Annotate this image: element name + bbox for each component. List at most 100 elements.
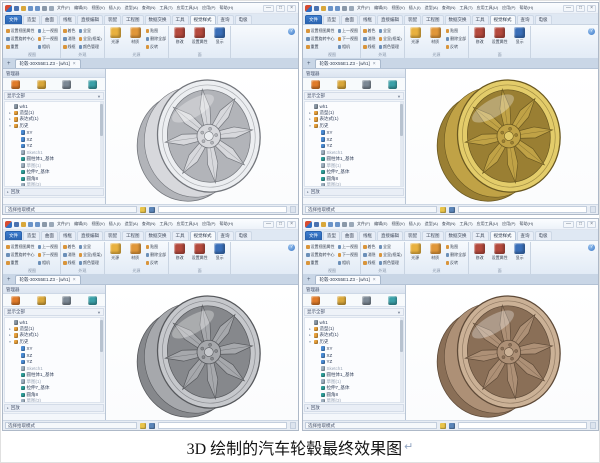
- ribbon-tab[interactable]: 工具: [171, 15, 189, 24]
- tree-expand-icon[interactable]: ▾: [308, 124, 312, 128]
- tree-item[interactable]: XY: [7, 345, 99, 352]
- ribbon-tab[interactable]: 线框: [359, 15, 376, 24]
- grid-snap-icon[interactable]: [149, 206, 155, 213]
- ribbon-button[interactable]: 消隐: [63, 251, 76, 259]
- ribbon-tab[interactable]: 数据交换: [144, 231, 171, 240]
- ribbon-tab[interactable]: 查询: [516, 15, 534, 24]
- tree-item[interactable]: XZ: [7, 136, 99, 143]
- ribbon-tab[interactable]: 工具: [171, 231, 189, 240]
- settings-icon[interactable]: [49, 5, 54, 11]
- ribbon-button[interactable]: 线框: [363, 43, 376, 51]
- settings-icon[interactable]: [349, 221, 354, 227]
- tree-item[interactable]: ▸ 表达式(1): [7, 116, 99, 123]
- menu-item[interactable]: 查询(N): [441, 4, 457, 12]
- ribbon-button[interactable]: 着色: [363, 27, 376, 35]
- open-icon[interactable]: [321, 5, 326, 11]
- ribbon-tab[interactable]: 曲面: [341, 15, 358, 24]
- menu-item[interactable]: 视图(V): [90, 4, 105, 12]
- window-control-button[interactable]: ×: [587, 220, 596, 228]
- pick-filter-icon[interactable]: [440, 422, 446, 429]
- tree-item[interactable]: YZ: [307, 359, 399, 366]
- ribbon-tab[interactable]: 装配: [104, 15, 121, 24]
- tree-expand-icon[interactable]: ▸: [8, 111, 12, 115]
- ribbon-tab[interactable]: 线框: [59, 231, 76, 240]
- ribbon-big-button[interactable]: 修改: [471, 243, 488, 261]
- window-control-button[interactable]: —: [563, 220, 575, 228]
- ribbon-button[interactable]: 反转: [445, 259, 467, 267]
- ribbon-button[interactable]: 线框: [363, 259, 376, 267]
- window-control-button[interactable]: □: [576, 4, 586, 12]
- window-control-button[interactable]: □: [576, 220, 586, 228]
- menu-item[interactable]: 查询(N): [141, 4, 157, 12]
- tree-item[interactable]: 圆柱体1_基体: [307, 156, 399, 163]
- ribbon-button[interactable]: 相机: [37, 43, 59, 51]
- ribbon-button[interactable]: 上一视图: [37, 243, 58, 251]
- undo-icon[interactable]: [28, 221, 33, 227]
- menu-item[interactable]: 工具(T): [158, 4, 173, 12]
- tree-item[interactable]: ▸ 表达式(1): [307, 116, 399, 123]
- ribbon-big-button[interactable]: 光源: [107, 243, 124, 261]
- ribbon-button[interactable]: 消隐: [63, 35, 76, 43]
- ribbon-button[interactable]: 贴图: [445, 27, 467, 35]
- grid-snap-icon[interactable]: [449, 206, 455, 213]
- undo-icon[interactable]: [328, 5, 333, 11]
- tree-item[interactable]: Sketch1: [7, 365, 99, 372]
- tree-filter-dropdown[interactable]: 显示全部 ▼: [304, 308, 404, 316]
- tree-item[interactable]: ▸ 造型(1): [307, 326, 399, 333]
- scrollbar-thumb[interactable]: [100, 104, 103, 137]
- ribbon-button[interactable]: 全显: [78, 243, 102, 251]
- ribbon-big-button[interactable]: 光源: [407, 27, 424, 45]
- tree-item[interactable]: XZ: [7, 352, 99, 359]
- ribbon-button[interactable]: 颜色管理: [378, 43, 402, 51]
- ribbon-big-button[interactable]: 光源: [407, 243, 424, 261]
- save-icon[interactable]: [14, 221, 19, 227]
- scrollbar-thumb[interactable]: [400, 320, 403, 353]
- tree-item[interactable]: YZ: [307, 143, 399, 150]
- tree-item[interactable]: XZ: [307, 352, 399, 359]
- menu-item[interactable]: 工具(T): [158, 220, 173, 228]
- window-control-button[interactable]: ×: [587, 4, 596, 12]
- ribbon-tab[interactable]: 电极: [534, 231, 552, 240]
- pick-filter-icon[interactable]: [440, 206, 446, 213]
- ribbon-button[interactable]: 下一视图: [37, 35, 58, 43]
- ribbon-button[interactable]: 设置视图属性: [6, 27, 35, 35]
- manager-tab[interactable]: [35, 294, 48, 306]
- tree-item[interactable]: YZ: [7, 359, 99, 366]
- menu-item[interactable]: 应用工具(U): [176, 4, 200, 12]
- redo-icon[interactable]: [35, 221, 40, 227]
- menu-item[interactable]: 造型(A): [424, 220, 439, 228]
- menu-item[interactable]: 工具(T): [458, 220, 473, 228]
- ribbon-tab[interactable]: 文件: [5, 231, 22, 240]
- redo-icon[interactable]: [335, 5, 340, 11]
- ribbon-tab[interactable]: 直接编辑: [377, 231, 403, 240]
- ribbon-big-button[interactable]: 显示: [511, 243, 528, 261]
- scrollbar[interactable]: [100, 102, 103, 187]
- ribbon-tab[interactable]: 工程图: [122, 15, 144, 24]
- menu-item[interactable]: 应用(P): [201, 220, 216, 228]
- ribbon-tab[interactable]: 视觉样式: [189, 15, 216, 24]
- ribbon-button[interactable]: 相机: [337, 259, 359, 267]
- document-tab[interactable]: 轮毂-30X55E1.Z3 - [wh1] ×: [14, 275, 81, 284]
- new-tab-button[interactable]: +: [305, 276, 313, 284]
- ribbon-button[interactable]: 相机: [37, 259, 59, 267]
- ribbon-tab[interactable]: 工具: [471, 15, 489, 24]
- ribbon-big-button[interactable]: 修改: [171, 243, 188, 261]
- ribbon-button[interactable]: 着色: [63, 243, 76, 251]
- menu-item[interactable]: 视图(V): [390, 220, 405, 228]
- open-icon[interactable]: [21, 221, 26, 227]
- manager-tab[interactable]: [360, 294, 373, 306]
- grid-snap-icon[interactable]: [149, 422, 155, 429]
- tree-expand-icon[interactable]: ▸: [308, 111, 312, 115]
- tree-item[interactable]: Sketch1: [307, 365, 399, 372]
- menu-item[interactable]: 文件(F): [356, 4, 371, 12]
- manager-tab[interactable]: [35, 78, 48, 90]
- ribbon-button[interactable]: 设置旋转中心: [306, 251, 335, 259]
- ribbon-tab[interactable]: 电极: [234, 15, 252, 24]
- pick-filter-icon[interactable]: [140, 422, 146, 429]
- manager-tab[interactable]: [309, 294, 322, 306]
- ribbon-tab[interactable]: 视觉样式: [489, 15, 516, 24]
- tree-item[interactable]: XY: [7, 129, 99, 136]
- ribbon-tab[interactable]: 曲面: [341, 231, 358, 240]
- ribbon-big-button[interactable]: 修改: [471, 27, 488, 45]
- manager-tab[interactable]: [335, 78, 348, 90]
